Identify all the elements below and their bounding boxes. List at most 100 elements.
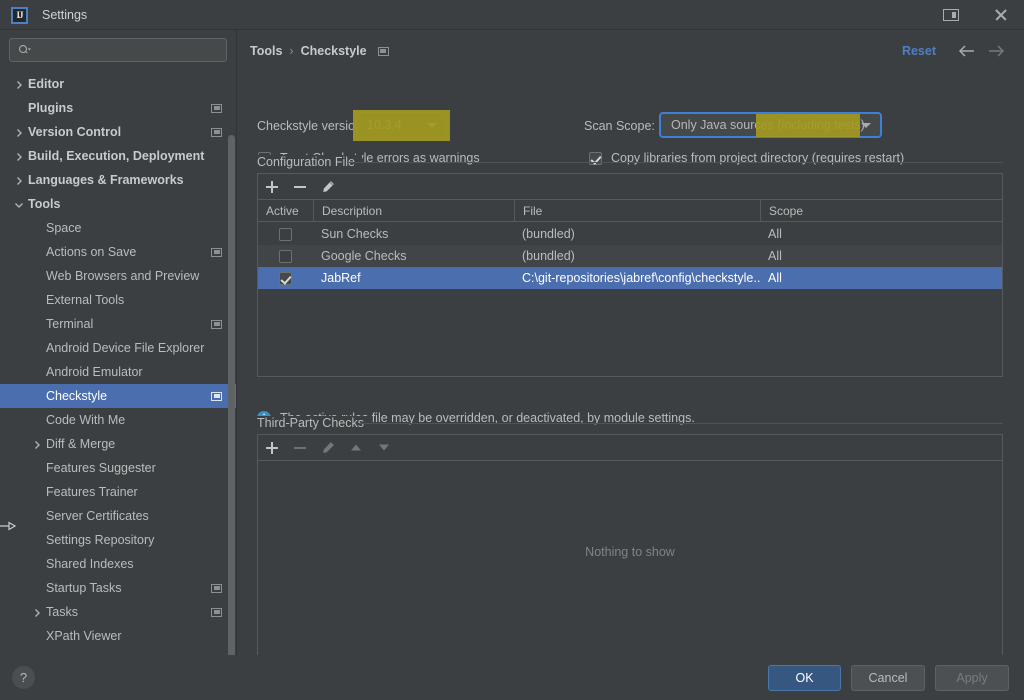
row-description-cell: Google Checks [321,249,407,263]
table-header-active[interactable]: Active [258,200,313,222]
sidebar-item-android-emulator[interactable]: Android Emulator [0,360,236,384]
sidebar-item-editor[interactable]: Editor [0,72,236,96]
breadcrumb-item-tools[interactable]: Tools [250,44,282,58]
sidebar-item-diff-merge[interactable]: Diff & Merge [0,432,236,456]
row-active-checkbox[interactable] [279,227,292,241]
row-description-cell: JabRef [321,271,361,285]
apply-button[interactable]: Apply [935,665,1009,691]
configuration-file-toolbar [258,174,1002,200]
table-row[interactable]: Sun Checks (bundled) All [258,223,1002,245]
row-file-cell: (bundled) [522,249,575,263]
search-container [0,30,236,62]
sidebar-item-label: Web Browsers and Preview [46,269,200,283]
forward-button[interactable] [986,42,1006,60]
table-row[interactable]: JabRef C:\git-repositories\jabref\config\… [258,267,1002,289]
configuration-file-group-line [348,162,1003,163]
sidebar-item-label: Terminal [46,317,94,331]
close-icon [994,8,1008,22]
sidebar-item-tools[interactable]: Tools [0,192,236,216]
sidebar-item-tasks[interactable]: Tasks [0,600,236,624]
chevron-right-icon[interactable] [32,607,42,617]
row-file-cell: (bundled) [522,227,575,241]
add-configuration-button[interactable] [258,174,286,200]
chevron-right-icon[interactable] [14,175,24,185]
row-active-cell[interactable] [258,223,313,245]
sidebar-item-shared-indexes[interactable]: Shared Indexes [0,552,236,576]
sidebar-item-label: Version Control [28,125,122,139]
table-header-description[interactable]: Description [313,199,514,222]
sidebar-item-space[interactable]: Space [0,216,236,240]
edit-third-party-check-button[interactable] [314,435,342,461]
table-header-file[interactable]: File [514,199,760,222]
intellij-logo-icon: IJ [11,6,28,24]
back-button[interactable] [957,42,977,60]
sidebar-item-features-trainer[interactable]: Features Trainer [0,480,236,504]
sidebar-item-android-device-file-explorer[interactable]: Android Device File Explorer [0,336,236,360]
reset-link[interactable]: Reset [902,44,936,58]
sidebar-item-checkstyle[interactable]: Checkstyle [0,384,236,408]
chevron-right-icon[interactable] [14,127,24,137]
breadcrumb-item-checkstyle[interactable]: Checkstyle [301,44,367,58]
search-input[interactable] [10,39,226,61]
row-active-cell[interactable] [258,267,313,289]
cancel-button[interactable]: Cancel [851,665,925,691]
sidebar-item-xpath-viewer[interactable]: XPath Viewer [0,624,236,648]
row-active-cell[interactable] [258,245,313,267]
move-down-button[interactable] [370,435,398,461]
checkstyle-version-dropdown[interactable]: 10.3.4 [356,112,447,138]
search-box[interactable] [9,38,227,62]
sidebar-item-settings-repository[interactable]: Settings Repository [0,528,236,552]
help-button[interactable]: ? [12,666,35,689]
sidebar-item-actions-on-save[interactable]: Actions on Save [0,240,236,264]
sidebar-item-web-browsers-and-preview[interactable]: Web Browsers and Preview [0,264,236,288]
sidebar-item-languages-frameworks[interactable]: Languages & Frameworks [0,168,236,192]
sidebar-scrollbar[interactable] [228,135,235,675]
sidebar-item-external-tools[interactable]: External Tools [0,288,236,312]
remove-third-party-check-button[interactable] [286,435,314,461]
sidebar-item-plugins[interactable]: Plugins [0,96,236,120]
sidebar-item-code-with-me[interactable]: Code With Me [0,408,236,432]
pencil-icon [322,181,334,192]
sidebar-item-label: Languages & Frameworks [28,173,184,187]
sidebar-item-terminal[interactable]: Terminal [0,312,236,336]
split-view-button[interactable] [928,0,974,30]
table-row[interactable]: Google Checks (bundled) All [258,245,1002,267]
project-scope-badge-icon [211,607,222,617]
ok-button[interactable]: OK [768,665,841,691]
sidebar-item-label: Plugins [28,101,74,115]
project-scope-badge-icon [211,103,222,113]
table-header-label: File [523,203,543,218]
sidebar-item-features-suggester[interactable]: Features Suggester [0,456,236,480]
plus-icon [266,180,278,193]
table-header-scope[interactable]: Scope [760,199,1002,222]
pencil-icon [322,442,334,453]
arrow-down-icon [379,444,389,451]
configuration-file-panel: Active Description File Scope Sun Checks (bu… [257,173,1003,377]
chevron-right-icon[interactable] [14,151,24,161]
move-up-button[interactable] [342,435,370,461]
sidebar-item-version-control[interactable]: Version Control [0,120,236,144]
sidebar-item-label: Space [46,221,82,235]
settings-sidebar: Editor Plugins Version Control Build, Execu… [0,30,236,675]
sidebar-item-label: Diff & Merge [46,437,116,451]
remove-configuration-button[interactable] [286,174,314,200]
sidebar-item-server-certificates[interactable]: Server Certificates [0,504,236,528]
chevron-right-icon[interactable] [32,439,42,449]
row-active-checkbox[interactable] [279,249,292,263]
sidebar-item-label: Android Emulator [46,365,143,379]
close-window-button[interactable] [978,0,1024,30]
project-scope-badge-icon [211,247,222,257]
chevron-down-icon[interactable] [14,199,24,209]
scan-scope-dropdown[interactable]: Only Java sources (including tests) [659,112,882,138]
edit-configuration-button[interactable] [314,174,342,200]
sidebar-item-label: Features Trainer [46,485,138,499]
sidebar-item-build-execution-deployment[interactable]: Build, Execution, Deployment [0,144,236,168]
window-title: Settings [42,8,88,22]
configuration-file-group-title: Configuration File [257,155,362,169]
chevron-right-icon[interactable] [14,79,24,89]
add-third-party-check-button[interactable] [258,435,286,461]
third-party-checks-group-line [359,423,1003,424]
sidebar-item-startup-tasks[interactable]: Startup Tasks [0,576,236,600]
sidebar-item-label: Settings Repository [46,533,155,547]
row-active-checkbox[interactable] [279,271,292,285]
